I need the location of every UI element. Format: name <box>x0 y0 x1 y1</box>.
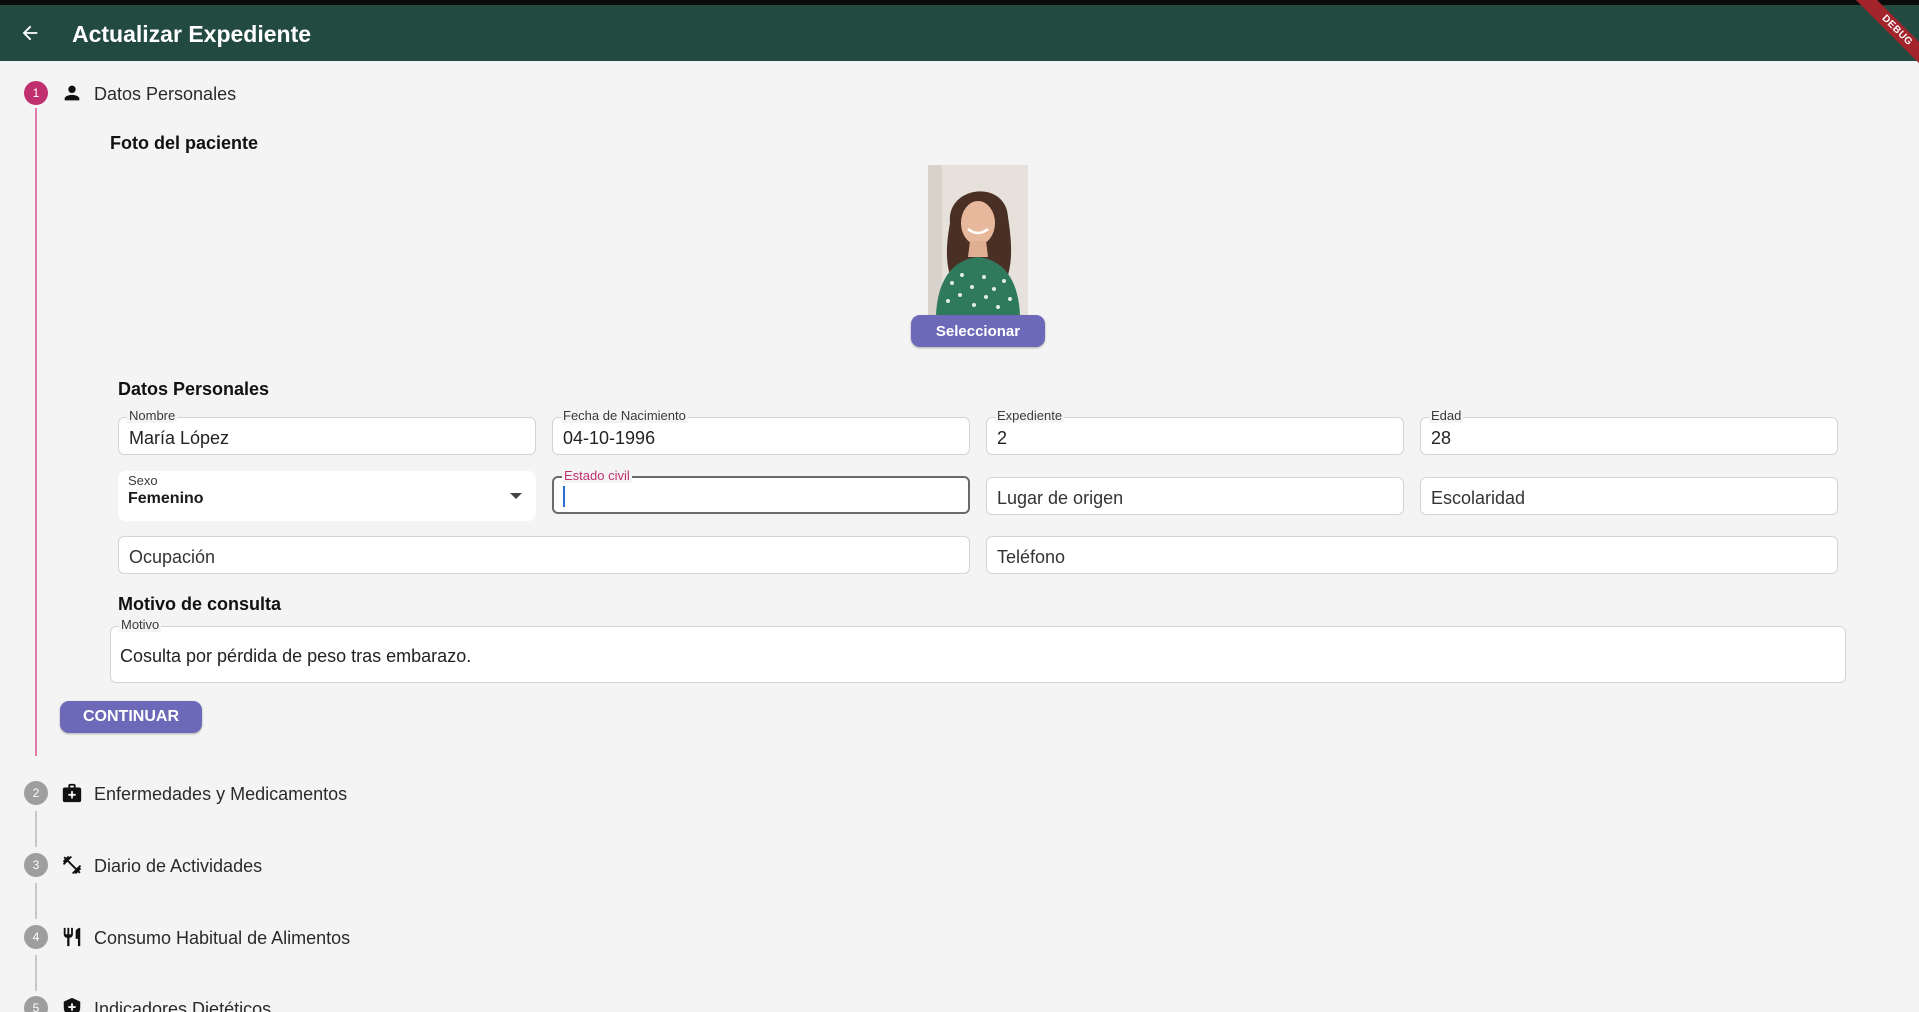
photo-section-title: Foto del paciente <box>110 133 259 153</box>
step-3-number[interactable]: 3 <box>24 853 48 877</box>
name-value: María López <box>129 428 230 448</box>
phone-field[interactable]: Teléfono <box>986 536 1838 574</box>
birthdate-label: Fecha de Nacimiento <box>561 408 688 423</box>
step-2-connector <box>35 811 37 847</box>
step-4-title[interactable]: Consumo Habitual de Alimentos <box>94 928 350 949</box>
age-label: Edad <box>1429 408 1464 423</box>
record-number-field[interactable]: Expediente 2 <box>986 409 1404 455</box>
patient-photo <box>928 165 1028 315</box>
reason-label: Motivo <box>119 617 162 632</box>
step-2-number[interactable]: 2 <box>24 781 48 805</box>
step-5-number[interactable]: 5 <box>24 996 48 1012</box>
reason-value: Cosulta por pérdida de peso tras embaraz… <box>120 646 472 666</box>
step-1-connector <box>35 108 37 756</box>
step-3-connector <box>35 883 37 919</box>
step-5-title[interactable]: Indicadores Dietéticos <box>94 999 271 1012</box>
record-number-label: Expediente <box>995 408 1065 423</box>
fitness-icon <box>60 853 84 877</box>
step-1-title[interactable]: Datos Personales <box>94 84 236 105</box>
occupation-placeholder: Ocupación <box>129 547 216 567</box>
reason-section-title: Motivo de consulta <box>118 594 282 614</box>
debug-banner: DEBUG <box>1849 0 1919 79</box>
page-title: Actualizar Expediente <box>72 21 312 47</box>
step-1-number[interactable]: 1 <box>24 81 48 105</box>
name-label: Nombre <box>127 408 178 423</box>
arrow-back-icon <box>22 25 38 41</box>
sex-dropdown[interactable]: Sexo Femenino <box>118 471 536 521</box>
record-number-value: 2 <box>997 428 1008 448</box>
step-3-title[interactable]: Diario de Actividades <box>94 856 262 877</box>
text-cursor <box>563 486 565 507</box>
medical-bag-icon <box>60 781 84 805</box>
continue-button[interactable]: CONTINUAR <box>60 701 202 733</box>
occupation-field[interactable]: Ocupación <box>118 536 970 574</box>
marital-status-label: Estado civil <box>562 468 632 483</box>
birthdate-field[interactable]: Fecha de Nacimiento 04-10-1996 <box>552 409 970 455</box>
age-field[interactable]: Edad 28 <box>1420 409 1838 455</box>
phone-placeholder: Teléfono <box>997 547 1066 567</box>
restaurant-icon <box>60 925 84 949</box>
education-placeholder: Escolaridad <box>1431 488 1526 508</box>
birthdate-value: 04-10-1996 <box>563 428 656 448</box>
back-button[interactable] <box>14 17 46 49</box>
personal-section-title: Datos Personales <box>118 379 270 399</box>
step-4-connector <box>35 955 37 991</box>
chevron-down-icon <box>510 493 522 499</box>
marital-status-field[interactable]: Estado civil <box>552 469 970 514</box>
age-value: 28 <box>1431 428 1452 448</box>
reason-textarea[interactable]: Motivo Cosulta por pérdida de peso tras … <box>110 618 1846 683</box>
name-field[interactable]: Nombre María López <box>118 409 536 455</box>
place-of-origin-placeholder: Lugar de origen <box>997 488 1124 508</box>
step-2-title[interactable]: Enfermedades y Medicamentos <box>94 784 347 805</box>
health-shield-icon <box>60 996 84 1012</box>
sex-value: Femenino <box>128 490 204 507</box>
app-bar: Actualizar Expediente DEBUG <box>0 0 1919 79</box>
education-field[interactable]: Escolaridad <box>1420 477 1838 515</box>
step-4-number[interactable]: 4 <box>24 925 48 949</box>
select-photo-button[interactable]: Seleccionar <box>911 315 1045 347</box>
person-icon <box>60 81 84 105</box>
sex-label: Sexo <box>128 473 158 488</box>
place-of-origin-field[interactable]: Lugar de origen <box>986 477 1404 515</box>
